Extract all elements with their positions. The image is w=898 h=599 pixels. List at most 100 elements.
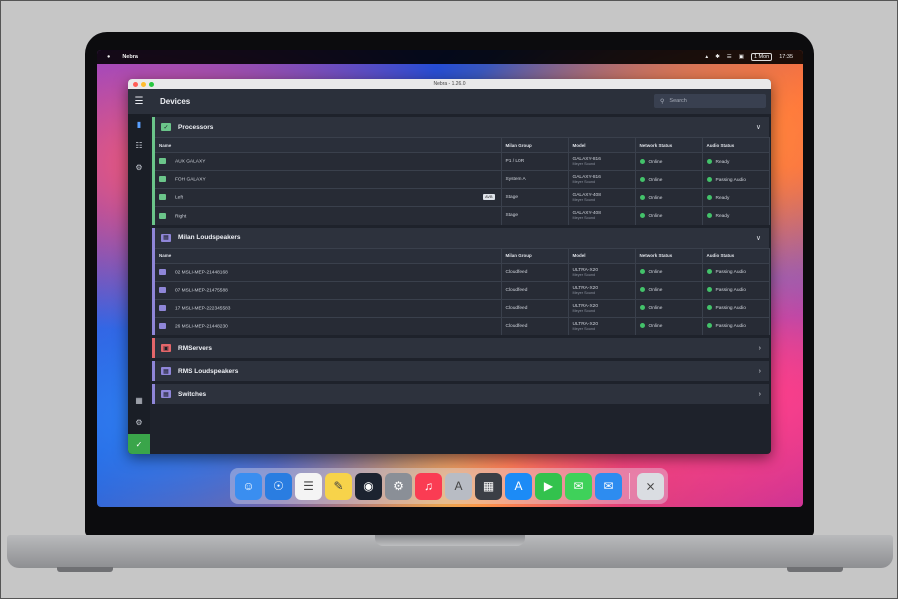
dock-font-book-icon[interactable]: A	[445, 472, 472, 500]
column-header-network[interactable]: Network Status	[635, 137, 703, 153]
table-row[interactable]: Right Stage GALAXY-408 Meyer Sound Online…	[155, 206, 770, 225]
table-row[interactable]: 02 MSLI-MEP-21448168 Cloudfeed ULTRA-X20…	[155, 262, 770, 281]
network-status-cell: Online	[635, 316, 703, 335]
section-header-rms-loudspeakers[interactable]: ▦ RMS Loudspeakers ›	[155, 361, 769, 381]
group-cell: Cloudfeed	[501, 298, 569, 317]
control-center-icon[interactable]: ☰	[727, 54, 732, 60]
device-name: 02 MSLI-MEP-21448168	[175, 270, 228, 276]
window-title: Nebra - 1.26.0	[433, 81, 466, 87]
loudspeaker-icon	[159, 323, 166, 330]
device-name-cell: Right	[155, 206, 502, 225]
column-header-model[interactable]: Model	[568, 137, 636, 153]
apple-icon[interactable]: ●	[107, 54, 110, 60]
dock-mail-icon[interactable]: ✉	[595, 472, 622, 500]
status-ok-icon	[639, 176, 645, 182]
menubar-time[interactable]: 17:35	[779, 54, 793, 60]
dock-calculator-icon[interactable]: ▦	[475, 472, 502, 500]
chevron-down-icon[interactable]: ∨	[756, 234, 761, 242]
bluetooth-icon[interactable]: ✱	[715, 54, 720, 60]
network-status-cell: Online	[635, 280, 703, 299]
display-icon[interactable]: ▣	[739, 54, 744, 60]
search-icon: ⚲	[660, 98, 665, 105]
column-header-audio[interactable]: Audio Status	[702, 137, 770, 153]
device-name: FOH GALAXY	[175, 177, 206, 183]
model-cell: GALAXY-408 Meyer Sound	[568, 188, 636, 207]
chevron-right-icon[interactable]: ›	[759, 368, 761, 375]
search-box[interactable]: ⚲	[654, 94, 766, 108]
dock-notes-icon[interactable]: ✎	[325, 472, 352, 500]
model-vendor: Meyer Sound	[572, 216, 596, 221]
group-cell: Cloudfeed	[501, 280, 569, 299]
network-status: Online	[648, 177, 663, 183]
column-header-name[interactable]: Name	[155, 137, 502, 153]
hierarchy-icon: ☷	[135, 140, 143, 150]
loudspeaker-icon: ▦	[161, 367, 171, 375]
section-switches: ▦ Switches ›	[152, 384, 769, 404]
dock-facetime-icon[interactable]: ▶	[535, 472, 562, 500]
table-row[interactable]: AUX GALAXY P1 / L0R GALAXY-816 Meyer Soun…	[155, 152, 770, 171]
menubar-app-name[interactable]: Nebra	[122, 54, 138, 60]
chevron-down-icon[interactable]: ∨	[756, 123, 761, 131]
dock-messages-icon[interactable]: ✉	[565, 472, 592, 500]
audio-status-cell: Ready	[702, 206, 770, 225]
section-header-milan-loudspeakers[interactable]: ▦ Milan Loudspeakers ∨	[155, 228, 769, 248]
audio-status: Passing Audio	[715, 177, 746, 183]
sidebar-item-hierarchy[interactable]: ☷	[128, 135, 150, 155]
audio-status-cell: Passing Audio	[702, 280, 770, 299]
dock-reminders-icon[interactable]: ☰	[295, 472, 322, 500]
status-ok-icon	[639, 287, 645, 293]
milan-loudspeakers-table: Name Milan Group Model Network Status Au…	[155, 247, 770, 335]
network-status-cell: Online	[635, 262, 703, 281]
section-processors: ✓ Processors ∨ Name Milan Group Model Ne…	[152, 117, 770, 225]
network-status-cell: Online	[635, 152, 703, 171]
chevron-right-icon[interactable]: ›	[759, 345, 761, 352]
dock-trash-icon[interactable]: ⨯	[637, 472, 664, 500]
column-header-audio[interactable]: Audio Status	[702, 247, 770, 263]
calendar-icon: ▦	[135, 395, 143, 405]
sidebar-item-devices[interactable]: ▮	[128, 114, 150, 134]
sidebar-status-ok[interactable]: ✓	[128, 434, 150, 454]
table-row[interactable]: FOH GALAXY System A GALAXY-816 Meyer Soun…	[155, 170, 770, 189]
sidebar-item-settings[interactable]: ⚙	[128, 157, 150, 177]
sidebar-item-calendar[interactable]: ▦	[128, 390, 150, 410]
table-row[interactable]: 17 MSLI-MEP-222345583 Cloudfeed ULTRA-X2…	[155, 298, 770, 317]
dock-system-settings-icon[interactable]: ⚙	[385, 472, 412, 500]
sidebar-item-preferences[interactable]: ⚙	[128, 412, 150, 432]
audio-status: Passing Audio	[715, 324, 746, 330]
section-rmservers: ▣ RMServers ›	[152, 338, 769, 358]
menubar-date[interactable]: 1 Mon	[750, 53, 773, 61]
section-header-processors[interactable]: ✓ Processors ∨	[155, 117, 769, 137]
device-name-cell: FOH GALAXY	[155, 170, 502, 189]
column-header-model[interactable]: Model	[568, 247, 636, 263]
laptop-opening-notch	[375, 535, 525, 546]
dock-safari-icon[interactable]: ☉	[265, 472, 292, 500]
hamburger-menu-icon[interactable]: ☰	[128, 96, 150, 107]
model-vendor: Meyer Sound	[572, 198, 596, 202]
section-header-switches[interactable]: ▦ Switches ›	[155, 384, 769, 404]
processor-icon	[159, 194, 166, 201]
column-header-group[interactable]: Milan Group	[501, 247, 569, 263]
column-header-name[interactable]: Name	[155, 247, 502, 263]
status-ok-icon	[706, 158, 712, 164]
status-ok-icon	[639, 323, 645, 329]
chevron-right-icon[interactable]: ›	[759, 391, 761, 398]
table-row[interactable]: Left AVB Stage GALAXY-408 Meyer Sound Onli…	[155, 188, 770, 207]
search-input[interactable]	[669, 98, 760, 104]
audio-status: Passing Audio	[715, 305, 746, 311]
dock-app-store-icon[interactable]: A	[505, 472, 532, 500]
table-row[interactable]: 07 MSLI-MEP-21475588 Cloudfeed ULTRA-X20…	[155, 280, 770, 299]
audio-status: Passing Audio	[715, 269, 746, 275]
dock-nebra-icon[interactable]: ◉	[355, 472, 382, 500]
wifi-icon[interactable]: ▴	[705, 54, 708, 60]
dock-finder-icon[interactable]: ☺	[235, 472, 262, 500]
column-header-group[interactable]: Milan Group	[501, 137, 569, 153]
network-status: Online	[648, 213, 663, 219]
table-row[interactable]: 26 MSLI-MEP-21448230 Cloudfeed ULTRA-X20…	[155, 316, 770, 335]
dock-music-icon[interactable]: ♫	[415, 472, 442, 500]
column-header-network[interactable]: Network Status	[635, 247, 703, 263]
group-cell: System A	[501, 170, 569, 189]
section-header-rmservers[interactable]: ▣ RMServers ›	[155, 338, 769, 358]
network-status: Online	[648, 195, 663, 201]
audio-status-cell: Passing Audio	[702, 298, 770, 317]
status-ok-icon	[639, 269, 645, 275]
